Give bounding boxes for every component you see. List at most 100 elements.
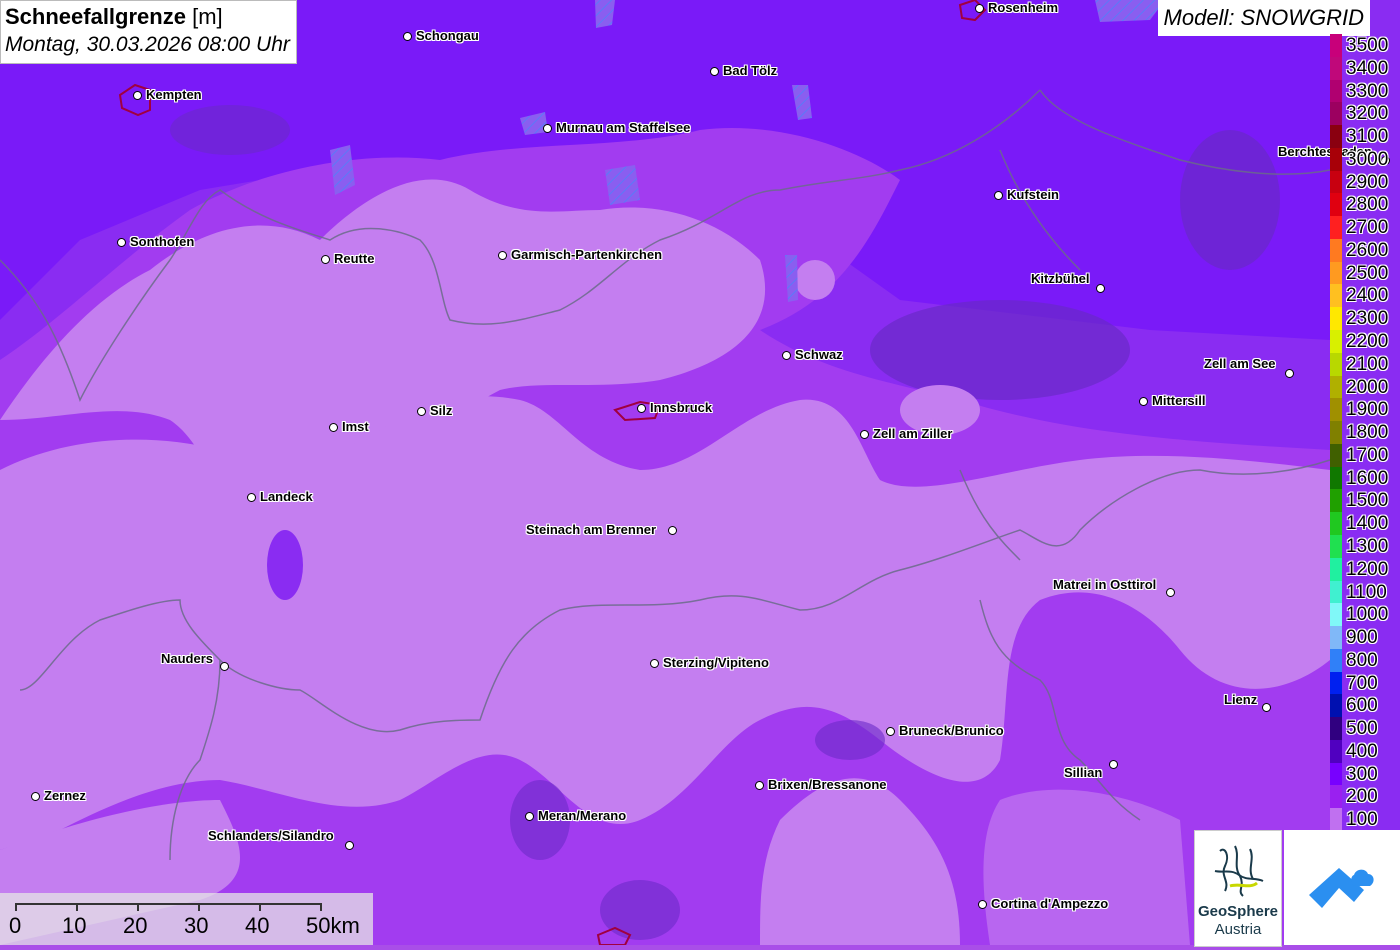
city-dot[interactable] <box>403 32 412 41</box>
city-dot[interactable] <box>1285 369 1294 378</box>
city-dot[interactable] <box>637 404 646 413</box>
city-label: Schlanders/Silandro <box>208 828 334 843</box>
field-patch-light <box>795 260 835 300</box>
scale-label: 30 <box>184 913 209 938</box>
field-dark-bruneck <box>815 720 885 760</box>
scale-tick <box>320 903 322 911</box>
legend-swatch <box>1330 808 1342 832</box>
city-label: Landeck <box>260 489 313 504</box>
legend-swatch <box>1330 375 1342 399</box>
legend-row: 300 <box>1330 762 1400 787</box>
legend-swatch <box>1330 534 1342 559</box>
city-dot[interactable] <box>329 423 338 432</box>
city-label: Schwaz <box>795 347 843 362</box>
logo-line2: Austria <box>1214 921 1262 938</box>
city-dot[interactable] <box>860 430 869 439</box>
legend-row: 1400 <box>1330 512 1400 536</box>
scale-label: 50km <box>306 913 360 938</box>
city-dot[interactable] <box>417 407 426 416</box>
city-label: Reutte <box>334 251 375 266</box>
city-label: Zell am Ziller <box>873 426 953 441</box>
legend-row: 1000 <box>1330 603 1400 627</box>
legend-row: 700 <box>1330 671 1400 696</box>
legend-swatch <box>1330 648 1342 673</box>
city-dot[interactable] <box>755 781 764 790</box>
legend-label: 2300 <box>1346 308 1389 330</box>
city-dot[interactable] <box>710 67 719 76</box>
map-datetime: Montag, 30.03.2026 08:00 Uhr <box>5 33 290 56</box>
legend-swatch <box>1330 284 1342 308</box>
city-dot[interactable] <box>31 792 40 801</box>
legend-row: 1500 <box>1330 489 1400 513</box>
city-dot[interactable] <box>978 900 987 909</box>
legend-label: 700 <box>1346 672 1378 694</box>
legend-label: 1900 <box>1346 399 1389 421</box>
city-label: Nauders <box>161 651 214 666</box>
legend-swatch <box>1330 398 1342 422</box>
city-dot[interactable] <box>1139 397 1148 406</box>
legend-swatch <box>1330 489 1342 513</box>
city-dot[interactable] <box>117 238 126 247</box>
legend-row: 3300 <box>1330 79 1400 103</box>
city-dot[interactable] <box>886 727 895 736</box>
city-dot[interactable] <box>668 526 677 535</box>
legend-label: 300 <box>1346 763 1378 785</box>
city-dot[interactable] <box>782 351 791 360</box>
city-label: Sillian <box>1064 765 1103 780</box>
legend-label: 3200 <box>1346 103 1389 125</box>
city-label: Rosenheim <box>988 0 1059 15</box>
city-label: Bruneck/Brunico <box>899 723 1004 738</box>
legend-label: 3000 <box>1346 148 1389 170</box>
legend-label: 3400 <box>1346 57 1389 79</box>
city-dot[interactable] <box>1166 588 1175 597</box>
mountain-cloud-icon <box>1309 868 1374 908</box>
scale-tick <box>15 903 17 911</box>
legend-swatch <box>1330 671 1342 696</box>
map-title-unit: [m] <box>192 4 223 29</box>
city-dot[interactable] <box>498 251 507 260</box>
legend-swatch <box>1330 739 1342 764</box>
city-dot[interactable] <box>133 91 142 100</box>
city-dot[interactable] <box>975 4 984 13</box>
legend-label: 1600 <box>1346 467 1389 489</box>
legend-swatch <box>1330 56 1342 81</box>
city-dot[interactable] <box>525 812 534 821</box>
city-dot[interactable] <box>650 659 659 668</box>
city-dot[interactable] <box>345 841 354 850</box>
city-dot[interactable] <box>321 255 330 264</box>
city-dot[interactable] <box>1096 284 1105 293</box>
legend-swatch <box>1330 330 1342 354</box>
city-dot[interactable] <box>220 662 229 671</box>
city-dot[interactable] <box>1109 760 1118 769</box>
model-label: Modell: SNOWGRID <box>1157 0 1370 36</box>
logo-line1: GeoSphere <box>1197 903 1279 920</box>
legend-row: 500 <box>1330 717 1400 741</box>
city-label: Imst <box>342 419 369 434</box>
legend-row: 800 <box>1330 648 1400 673</box>
legend-swatch <box>1330 307 1342 331</box>
scale-tick <box>198 903 200 911</box>
legend-row: 3400 <box>1330 56 1400 81</box>
city-label: Zernez <box>44 788 86 803</box>
legend-swatch <box>1330 102 1342 126</box>
city-dot[interactable] <box>994 191 1003 200</box>
geosphere-logo[interactable]: GeoSphere Austria <box>1194 830 1282 947</box>
legend-swatch <box>1330 762 1342 787</box>
legend-row: 1900 <box>1330 398 1400 422</box>
city-dot[interactable] <box>543 124 552 133</box>
city-dot[interactable] <box>247 493 256 502</box>
map-title-box: Schneefallgrenze [m] Montag, 30.03.2026 … <box>0 0 297 64</box>
snow-app-logo[interactable] <box>1284 830 1400 945</box>
city-label: Garmisch-Partenkirchen <box>511 247 663 262</box>
field-100-se <box>983 789 1190 945</box>
scale-label: 40 <box>245 913 270 938</box>
snowfall-map[interactable] <box>0 0 1400 945</box>
field-patch-light2 <box>535 214 575 250</box>
city-label: Zell am See <box>1204 356 1276 371</box>
legend-row: 2600 <box>1330 238 1400 263</box>
city-dot[interactable] <box>1262 703 1271 712</box>
legend-row: 2400 <box>1330 284 1400 308</box>
city-label: Silz <box>430 403 453 418</box>
legend-label: 1700 <box>1346 444 1389 466</box>
legend-row: 2500 <box>1330 261 1400 286</box>
